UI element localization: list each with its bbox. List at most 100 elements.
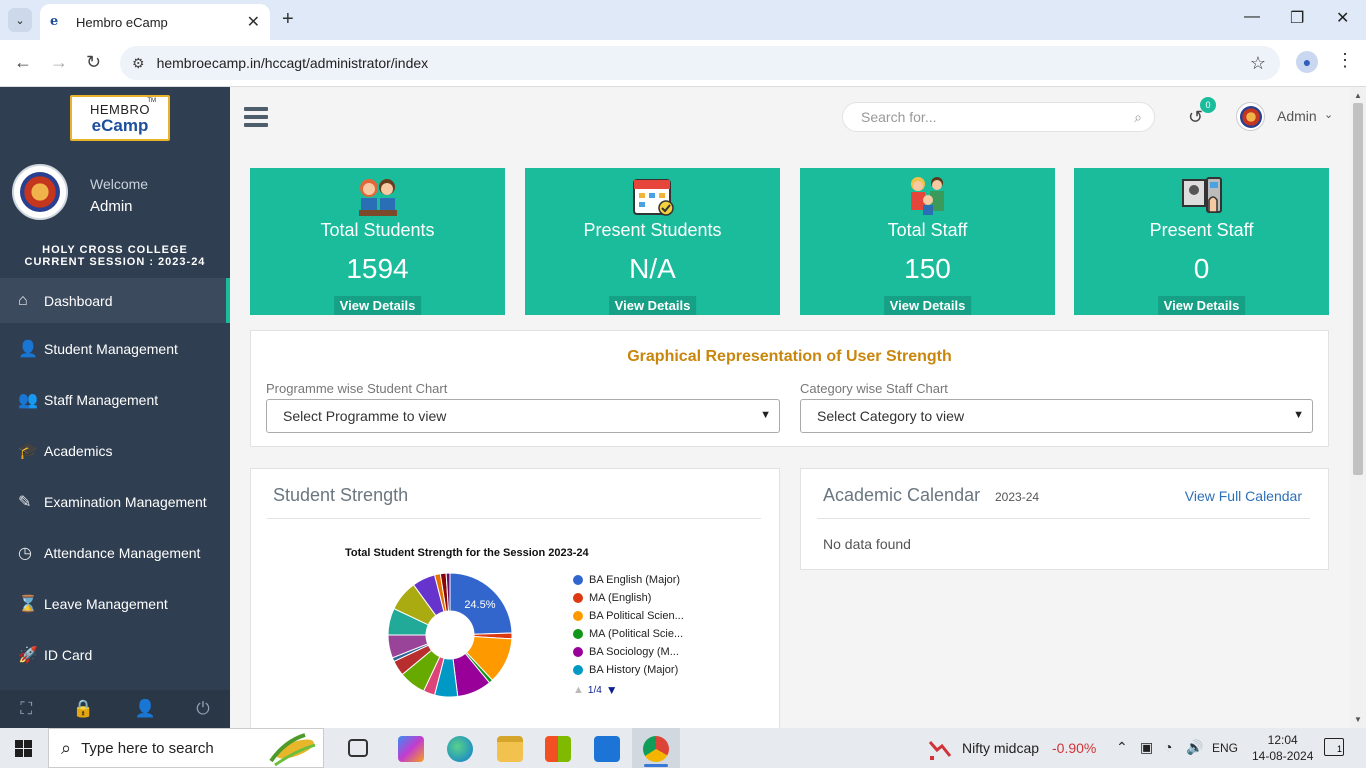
history-icon[interactable]: ↺ xyxy=(1188,107,1203,128)
admin-seal-icon xyxy=(1239,105,1262,128)
windows-taskbar: ⌕ Type here to search Nifty midcap -0.90… xyxy=(0,728,1366,768)
tab-search-button[interactable]: ⌄ xyxy=(8,8,32,32)
edge-browser-icon[interactable] xyxy=(447,736,473,762)
sidebar-item-dashboard[interactable]: ⌂ Dashboard xyxy=(0,278,230,323)
category-select[interactable]: Select Category to view ▼ xyxy=(800,399,1313,433)
divider xyxy=(817,518,1310,519)
sidebar-item-id-card[interactable]: 🚀 ID Card xyxy=(0,629,230,680)
legend-prev-icon[interactable]: ▲ xyxy=(573,684,584,696)
stock-chart-icon[interactable] xyxy=(928,738,954,760)
chart-title: Total Student Strength for the Session 2… xyxy=(345,547,589,559)
category-label: Category wise Staff Chart xyxy=(800,381,948,396)
corn-illustration-icon xyxy=(269,733,316,767)
select-chevron-icon: ▼ xyxy=(1293,409,1304,421)
legend-entry[interactable]: BA English (Major) xyxy=(573,571,684,589)
system-clock[interactable]: 12:04 14-08-2024 xyxy=(1252,732,1313,764)
menu-toggle-icon[interactable] xyxy=(244,107,268,127)
search-icon: ⌕ xyxy=(61,737,72,758)
back-button[interactable]: ← xyxy=(14,52,32,73)
profile-user-icon[interactable]: 👤 xyxy=(134,699,155,719)
scroll-up-icon[interactable]: ▲ xyxy=(1354,91,1362,100)
microsoft-store-icon[interactable] xyxy=(545,736,571,762)
task-view-icon[interactable] xyxy=(348,739,368,757)
legend-entry[interactable]: BA Political Scien... xyxy=(573,607,684,625)
volume-icon[interactable]: 🔊 xyxy=(1186,739,1203,756)
fullscreen-icon[interactable]: ⛶ xyxy=(20,699,32,719)
page-scrollbar[interactable]: ▲ ▼ xyxy=(1350,87,1366,728)
college-seal-icon xyxy=(20,172,60,212)
view-details-button[interactable]: View Details xyxy=(608,296,697,315)
logo-trademark: TM xyxy=(147,98,156,104)
legend-entry[interactable]: MA (English) xyxy=(573,589,684,607)
legend-color-dot xyxy=(573,593,583,603)
power-icon[interactable]: ⏻ xyxy=(196,699,209,719)
logo-text-bottom: eCamp xyxy=(91,116,149,135)
meet-now-icon[interactable]: ▣ xyxy=(1140,739,1153,756)
scrollbar-thumb[interactable] xyxy=(1353,103,1363,475)
search-input[interactable]: Search for... ⌕ xyxy=(842,102,1155,132)
copilot-icon[interactable] xyxy=(398,736,424,762)
language-indicator[interactable]: ENG xyxy=(1212,741,1238,755)
windows-start-icon[interactable] xyxy=(15,740,32,757)
sidebar-item-examination-management[interactable]: ✎ Examination Management xyxy=(0,476,230,527)
sidebar-item-student-management[interactable]: 👤 Student Management xyxy=(0,323,230,374)
search-icon[interactable]: ⌕ xyxy=(1134,109,1142,126)
academic-calendar-panel: Academic Calendar 2023-24 View Full Cale… xyxy=(800,468,1329,570)
sidebar-item-staff-management[interactable]: 👥 Staff Management xyxy=(0,374,230,425)
view-details-button[interactable]: View Details xyxy=(1157,296,1246,315)
file-explorer-icon[interactable] xyxy=(497,736,523,762)
legend-entry[interactable]: BA History (Major) xyxy=(573,661,684,679)
pie-slice-label: 24.5% xyxy=(464,599,495,611)
legend-entry[interactable]: MA (Political Scie... xyxy=(573,625,684,643)
tray-chevron-up-icon[interactable]: ⌃ xyxy=(1116,739,1128,756)
legend-label: MA (English) xyxy=(589,592,652,604)
view-details-button[interactable]: View Details xyxy=(333,296,422,315)
stat-card-present-students: Present Students N/A View Details xyxy=(525,168,780,315)
legend-entry[interactable]: BA Sociology (M... xyxy=(573,643,684,661)
college-name: HOLY CROSS COLLEGE xyxy=(42,244,188,256)
sidebar-item-label: ID Card xyxy=(44,646,93,663)
pie-chart[interactable]: 24.5% xyxy=(385,570,515,700)
sidebar-item-academics[interactable]: 🎓 Academics xyxy=(0,425,230,476)
browser-tab-bar: ⌄ e Hembro eCamp ✕ + — ❐ ✕ xyxy=(0,0,1366,40)
hourglass-icon: ⌛ xyxy=(18,595,38,613)
biometric-icon xyxy=(1179,174,1225,218)
restore-window-button[interactable]: ❐ xyxy=(1290,8,1304,28)
legend-next-icon[interactable]: ▼ xyxy=(606,683,618,697)
chrome-taskbar-button[interactable] xyxy=(632,728,680,768)
minimize-window-button[interactable]: — xyxy=(1244,8,1260,26)
forward-button[interactable]: → xyxy=(50,52,68,73)
bookmark-star-icon[interactable]: ☆ xyxy=(1250,53,1266,74)
category-select-value: Select Category to view xyxy=(817,408,965,424)
lock-icon[interactable]: 🔒 xyxy=(73,699,94,719)
mail-icon[interactable] xyxy=(594,736,620,762)
scroll-down-icon[interactable]: ▼ xyxy=(1354,715,1362,724)
network-icon[interactable]: ◔ xyxy=(1164,739,1172,755)
admin-name[interactable]: Admin xyxy=(1277,108,1317,124)
taskbar-search-input[interactable]: ⌕ Type here to search xyxy=(48,728,324,768)
view-details-button[interactable]: View Details xyxy=(883,296,972,315)
chart-legend: BA English (Major) MA (English) BA Politic… xyxy=(573,571,684,679)
profile-icon[interactable]: ● xyxy=(1296,51,1318,73)
sidebar-item-leave-management[interactable]: ⌛ Leave Management xyxy=(0,578,230,629)
view-full-calendar-link[interactable]: View Full Calendar xyxy=(1185,488,1302,504)
sidebar-item-attendance-management[interactable]: ◷ Attendance Management xyxy=(0,527,230,578)
user-avatar xyxy=(12,164,68,220)
notification-center-icon[interactable]: 1 xyxy=(1324,738,1344,756)
programme-select[interactable]: Select Programme to view ▼ xyxy=(266,399,780,433)
browser-menu-icon[interactable]: ⋮ xyxy=(1336,50,1354,71)
ticker-name[interactable]: Nifty midcap xyxy=(962,740,1039,756)
app-logo[interactable]: HEMBRO eCamp TM xyxy=(70,95,170,141)
chevron-down-icon[interactable]: ⌄ xyxy=(1324,108,1333,121)
stat-card-label: Total Students xyxy=(320,220,435,240)
ticker-value[interactable]: -0.90% xyxy=(1052,740,1096,756)
close-tab-icon[interactable]: ✕ xyxy=(247,12,260,32)
admin-avatar[interactable] xyxy=(1236,102,1265,131)
site-info-icon[interactable]: ⚙ xyxy=(132,55,145,72)
address-bar[interactable]: ⚙ hembroecamp.in/hccagt/administrator/in… xyxy=(120,46,1280,80)
new-tab-button[interactable]: + xyxy=(282,8,294,31)
reload-button[interactable]: ↻ xyxy=(86,52,101,73)
close-window-button[interactable]: ✕ xyxy=(1336,8,1349,28)
browser-tab[interactable]: e Hembro eCamp ✕ xyxy=(40,4,270,40)
sidebar: HEMBRO eCamp TM Welcome Admin HOLY CROSS… xyxy=(0,87,230,728)
